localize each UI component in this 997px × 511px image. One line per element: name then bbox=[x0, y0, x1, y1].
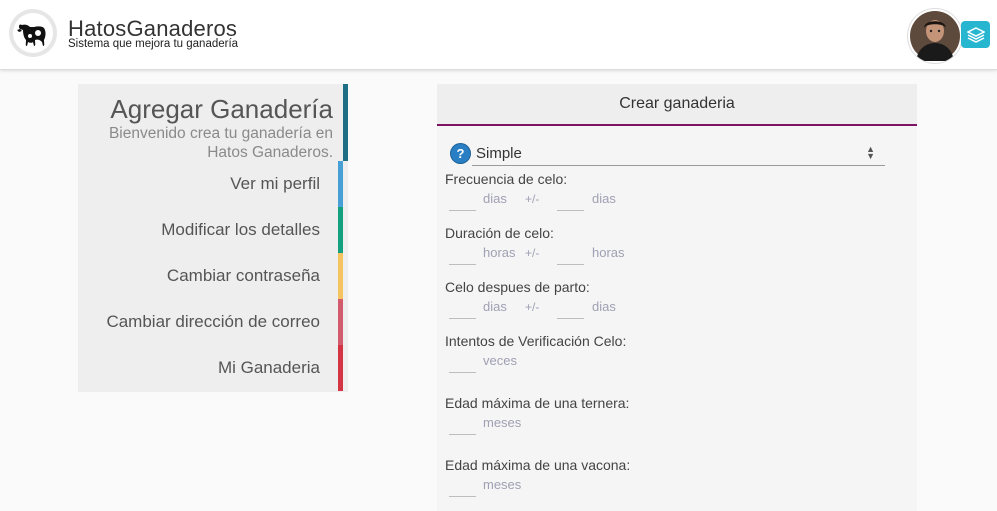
menu-header: Agregar Ganadería Bienvenido crea tu gan… bbox=[78, 84, 348, 161]
plus-minus-label: +/- bbox=[525, 246, 540, 260]
logo[interactable] bbox=[9, 9, 57, 57]
duracion-celo-variacion-input[interactable] bbox=[557, 250, 584, 265]
plus-minus-label: +/- bbox=[525, 300, 540, 314]
type-select-value: Simple bbox=[476, 145, 522, 162]
field-label-intentos-verificacion: Intentos de Verificación Celo: bbox=[445, 333, 627, 349]
unit-label: meses bbox=[483, 477, 522, 492]
unit-label: dias bbox=[483, 191, 507, 206]
form-title: Crear ganaderia bbox=[437, 84, 917, 126]
user-avatar[interactable] bbox=[908, 9, 962, 63]
menu-title: Agregar Ganadería bbox=[110, 94, 333, 124]
unit-label: dias bbox=[592, 191, 616, 206]
intentos-verificacion-input[interactable] bbox=[449, 358, 476, 373]
menu-item-modificar-detalles[interactable]: Modificar los detalles bbox=[78, 207, 343, 253]
edad-ternera-input[interactable] bbox=[449, 420, 476, 435]
unit-label: horas bbox=[592, 245, 625, 260]
celo-despues-parto-variacion-input[interactable] bbox=[557, 304, 584, 319]
frecuencia-celo-variacion-input[interactable] bbox=[557, 196, 584, 211]
question-circle-icon[interactable]: ? bbox=[451, 144, 470, 163]
menu-item-cambiar-contrasena[interactable]: Cambiar contraseña bbox=[78, 253, 343, 299]
unit-label: meses bbox=[483, 415, 522, 430]
unit-label: veces bbox=[483, 353, 517, 368]
menu-item-cambiar-correo[interactable]: Cambiar dirección de correo bbox=[78, 299, 343, 345]
type-select[interactable]: Simple ▲ ▼ bbox=[472, 143, 885, 166]
menu-item-mi-ganaderia[interactable]: Mi Ganaderia bbox=[78, 345, 343, 391]
unit-label: horas bbox=[483, 245, 516, 260]
chevron-updown-icon: ▲ ▼ bbox=[866, 144, 875, 161]
brand-subtitle: Sistema que mejora tu ganadería bbox=[68, 38, 239, 50]
menu-item-ver-perfil[interactable]: Ver mi perfil bbox=[78, 161, 343, 207]
field-label-edad-vacona: Edad máxima de una vacona: bbox=[445, 457, 631, 473]
field-label-edad-ternera: Edad máxima de una ternera: bbox=[445, 395, 630, 411]
celo-despues-parto-input[interactable] bbox=[449, 304, 476, 319]
field-label-celo-despues-parto: Celo despues de parto: bbox=[445, 279, 590, 295]
layers-icon bbox=[966, 26, 985, 43]
layers-button[interactable] bbox=[961, 21, 990, 48]
field-label-duracion-celo: Duración de celo: bbox=[445, 225, 554, 241]
create-ganaderia-form: Crear ganaderia ? Simple ▲ ▼ Frecuencia d… bbox=[437, 84, 917, 511]
cow-icon bbox=[13, 13, 53, 53]
edad-vacona-input[interactable] bbox=[449, 482, 476, 497]
profile-menu: Agregar Ganadería Bienvenido crea tu gan… bbox=[78, 84, 348, 392]
plus-minus-label: +/- bbox=[525, 192, 540, 206]
menu-subtitle: Bienvenido crea tu ganadería en Hatos Ga… bbox=[108, 125, 333, 161]
frecuencia-celo-input[interactable] bbox=[449, 196, 476, 211]
unit-label: dias bbox=[592, 299, 616, 314]
field-label-frecuencia-celo: Frecuencia de celo: bbox=[445, 171, 568, 187]
duracion-celo-input[interactable] bbox=[449, 250, 476, 265]
top-header: HatosGanaderos Sistema que mejora tu gan… bbox=[0, 0, 997, 70]
unit-label: dias bbox=[483, 299, 507, 314]
